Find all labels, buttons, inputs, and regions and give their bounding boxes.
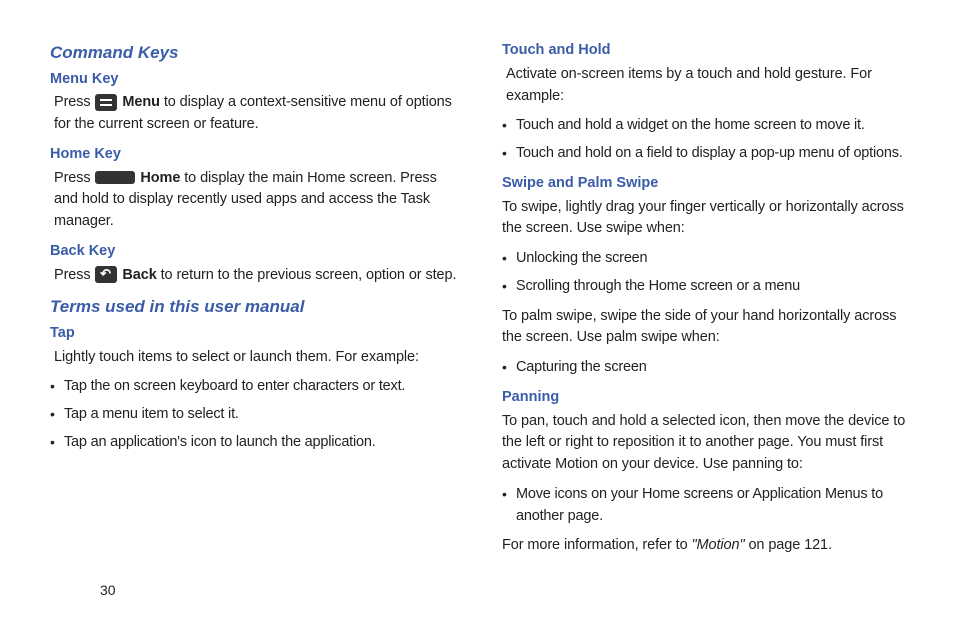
menu-key-label: Menu xyxy=(119,94,160,110)
command-keys-heading: Command Keys xyxy=(50,40,462,66)
panning-list: Move icons on your Home screens or Appli… xyxy=(502,484,914,528)
panning-intro: To pan, touch and hold a selected icon, … xyxy=(502,411,914,476)
list-item: Tap the on screen keyboard to enter char… xyxy=(50,376,462,398)
two-column-layout: Command Keys Menu Key Press Menu to disp… xyxy=(50,40,914,565)
home-icon xyxy=(95,171,135,184)
touch-hold-list: Touch and hold a widget on the home scre… xyxy=(502,115,914,165)
back-key-heading: Back Key xyxy=(50,241,462,263)
swipe-intro2: To palm swipe, swipe the side of your ha… xyxy=(502,306,914,350)
back-icon xyxy=(95,266,117,283)
panning-ref: For more information, refer to "Motion" … xyxy=(502,535,914,557)
ref-italic: "Motion" xyxy=(692,537,745,553)
left-column: Command Keys Menu Key Press Menu to disp… xyxy=(50,40,462,565)
list-item: Move icons on your Home screens or Appli… xyxy=(502,484,914,528)
terms-heading: Terms used in this user manual xyxy=(50,294,462,320)
back-key-pre: Press xyxy=(54,267,95,283)
list-item: Touch and hold a widget on the home scre… xyxy=(502,115,914,137)
swipe-intro1: To swipe, lightly drag your finger verti… xyxy=(502,197,914,241)
tap-intro: Lightly touch items to select or launch … xyxy=(50,347,462,369)
home-key-pre: Press xyxy=(54,170,95,186)
panning-heading: Panning xyxy=(502,387,914,409)
swipe-list2: Capturing the screen xyxy=(502,357,914,379)
list-item: Tap an application's icon to launch the … xyxy=(50,432,462,454)
list-item: Scrolling through the Home screen or a m… xyxy=(502,276,914,298)
swipe-list1: Unlocking the screen Scrolling through t… xyxy=(502,248,914,298)
list-item: Unlocking the screen xyxy=(502,248,914,270)
ref-post: on page 121. xyxy=(745,537,832,553)
menu-key-heading: Menu Key xyxy=(50,69,462,91)
swipe-heading: Swipe and Palm Swipe xyxy=(502,173,914,195)
list-item: Capturing the screen xyxy=(502,357,914,379)
page-number: 30 xyxy=(100,580,116,601)
touch-hold-intro: Activate on-screen items by a touch and … xyxy=(502,64,914,108)
tap-heading: Tap xyxy=(50,323,462,345)
back-key-label: Back xyxy=(119,267,157,283)
list-item: Touch and hold on a field to display a p… xyxy=(502,143,914,165)
back-key-post: to return to the previous screen, option… xyxy=(157,267,457,283)
menu-key-pre: Press xyxy=(54,94,95,110)
right-column: Touch and Hold Activate on-screen items … xyxy=(502,40,914,565)
ref-pre: For more information, refer to xyxy=(502,537,692,553)
home-key-heading: Home Key xyxy=(50,144,462,166)
menu-key-text: Press Menu to display a context-sensitiv… xyxy=(50,92,462,136)
home-key-text: Press Home to display the main Home scre… xyxy=(50,168,462,233)
tap-list: Tap the on screen keyboard to enter char… xyxy=(50,376,462,453)
home-key-label: Home xyxy=(137,170,181,186)
list-item: Tap a menu item to select it. xyxy=(50,404,462,426)
back-key-text: Press Back to return to the previous scr… xyxy=(50,265,462,287)
menu-icon xyxy=(95,94,117,111)
touch-hold-heading: Touch and Hold xyxy=(502,40,914,62)
